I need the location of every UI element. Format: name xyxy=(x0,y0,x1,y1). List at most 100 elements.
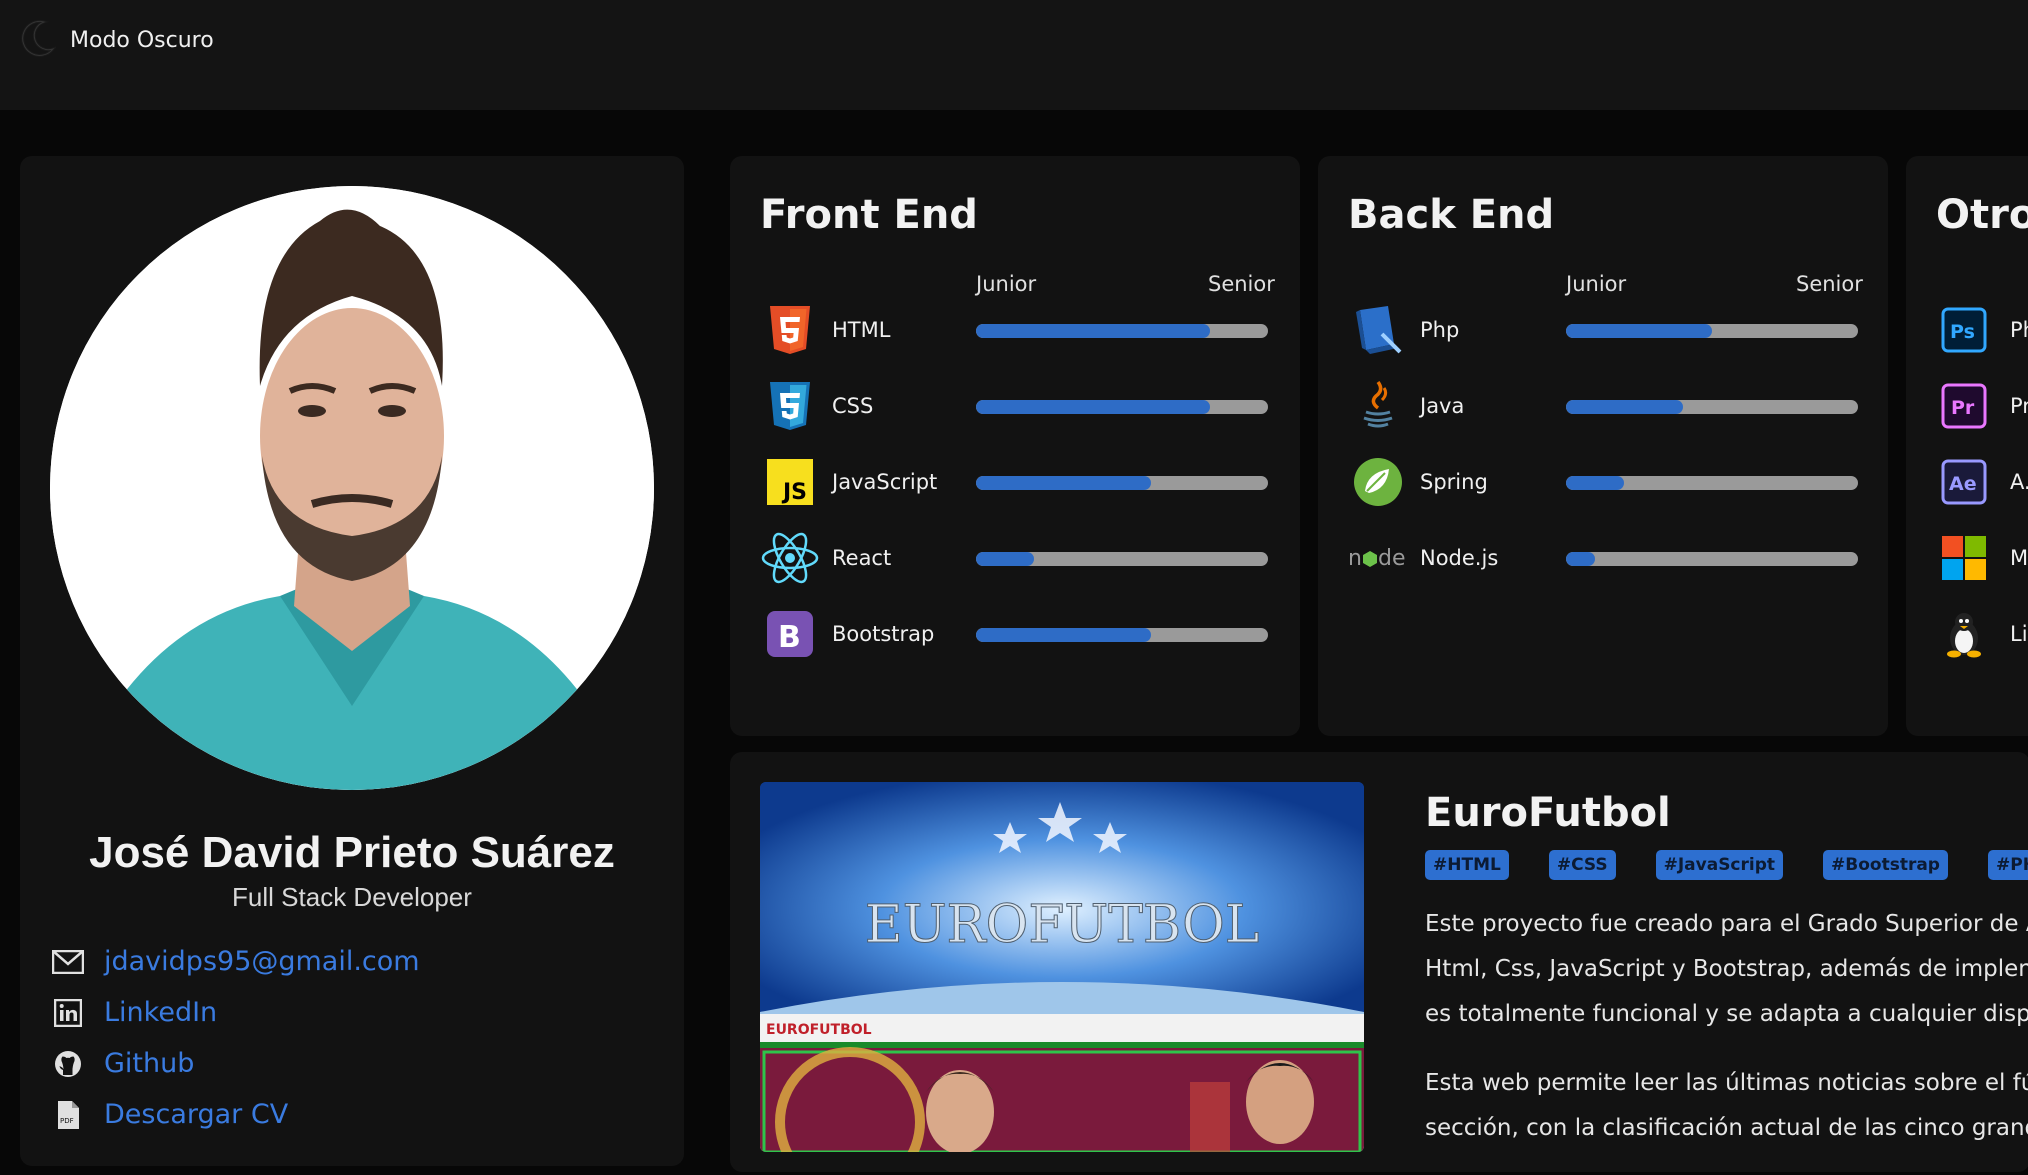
skill-row-bootstrap: B Bootstrap xyxy=(760,604,934,664)
skill-row-spring: Spring xyxy=(1348,452,1488,512)
description-paragraph: Esta web permite leer las últimas notici… xyxy=(1425,1061,2028,1151)
contact-email[interactable]: jdavidps95@gmail.com xyxy=(48,936,420,987)
contact-cv[interactable]: PDF Descargar CV xyxy=(48,1089,420,1140)
skill-row-javascript: JS JavaScript xyxy=(760,452,937,512)
contact-github[interactable]: Github xyxy=(48,1038,420,1089)
scale-senior-label: Senior xyxy=(1208,272,1275,296)
linux-icon xyxy=(1940,604,1988,664)
skill-row-microsoft: M xyxy=(1940,528,2028,588)
skill-bar-css xyxy=(976,400,1268,414)
svg-text:B: B xyxy=(778,620,801,655)
project-image-brand: EUROFUTBOL xyxy=(766,1022,872,1038)
skill-name-html: HTML xyxy=(832,318,891,342)
tag-bootstrap: #Bootstrap xyxy=(1823,850,1948,880)
skill-bar-spring xyxy=(1566,476,1858,490)
php-icon xyxy=(1348,300,1408,360)
description-line: Esta web permite leer las últimas notici… xyxy=(1425,1070,2028,1096)
premiere-icon: Pr xyxy=(1940,376,1988,436)
svg-text:de: de xyxy=(1378,546,1406,571)
skill-bar-fill xyxy=(1566,476,1625,490)
project-title: EuroFutbol xyxy=(1425,790,1671,836)
skill-bar-fill xyxy=(976,400,1210,414)
svg-text:Ps: Ps xyxy=(1950,321,1975,343)
front-end-card: Front End Junior Senior HTML CSS JS Java… xyxy=(730,156,1300,736)
bootstrap-icon: B xyxy=(760,604,820,664)
profile-card: José David Prieto Suárez Full Stack Deve… xyxy=(20,156,684,1166)
description-line: Html, Css, JavaScript y Bootstrap, ademá… xyxy=(1425,956,2028,982)
project-card: EUROFUTBOL EUROFUTBOL EuroFutbol #HTML #… xyxy=(730,752,2028,1172)
project-description: Este proyecto fue creado para el Grado S… xyxy=(1425,902,2028,1175)
profile-role: Full Stack Developer xyxy=(232,882,472,912)
tag-html: #HTML xyxy=(1425,850,1509,880)
front-end-title: Front End xyxy=(760,192,978,238)
dark-mode-toggle[interactable]: Modo Oscuro xyxy=(20,18,214,63)
skill-row-react: React xyxy=(760,528,891,588)
top-bar: Modo Oscuro xyxy=(0,0,2028,110)
download-cv-link[interactable]: Descargar CV xyxy=(104,1099,288,1130)
skill-row-html: HTML xyxy=(760,300,890,360)
microsoft-icon xyxy=(1940,528,1988,588)
skill-row-java: Java xyxy=(1348,376,1464,436)
profile-name: José David Prieto Suárez xyxy=(89,828,615,877)
svg-text:JS: JS xyxy=(781,480,807,505)
skill-row-photoshop: Ps Ph xyxy=(1940,300,2028,360)
scale-junior-label: Junior xyxy=(976,272,1037,296)
skill-name-java: Java xyxy=(1420,394,1465,418)
others-card: Otros Ps Ph Pr Pr Ae A... M Li xyxy=(1906,156,2028,736)
skill-bar-react xyxy=(976,552,1268,566)
css3-icon xyxy=(760,376,820,436)
java-icon xyxy=(1348,376,1408,436)
html5-icon xyxy=(760,300,820,360)
github-icon xyxy=(48,1049,88,1079)
skill-row-nodejs: n de Node.js xyxy=(1348,528,1498,588)
skill-bar-fill xyxy=(976,324,1210,338)
skill-bar-fill xyxy=(1566,400,1683,414)
contact-linkedin[interactable]: LinkedIn xyxy=(48,987,420,1038)
description-line: Este proyecto fue creado para el Grado S… xyxy=(1425,911,2028,937)
skill-name-photoshop: Ph xyxy=(2010,318,2028,342)
skill-bar-fill xyxy=(1566,324,1712,338)
linkedin-link[interactable]: LinkedIn xyxy=(104,997,217,1028)
scale-junior-label: Junior xyxy=(1566,272,1627,296)
skill-bar-nodejs xyxy=(1566,552,1858,566)
svg-text:PDF: PDF xyxy=(60,1117,74,1125)
skill-name-css: CSS xyxy=(832,394,874,418)
skill-name-microsoft: M xyxy=(2010,546,2028,570)
skill-bar-php xyxy=(1566,324,1858,338)
back-end-card: Back End Junior Senior Php Java Spring n… xyxy=(1318,156,1888,736)
description-paragraph: Este proyecto fue creado para el Grado S… xyxy=(1425,902,2028,1037)
skill-bar-fill xyxy=(976,552,1035,566)
skill-row-php: Php xyxy=(1348,300,1459,360)
svg-text:Pr: Pr xyxy=(1951,397,1975,419)
tag-php: #PHP xyxy=(1987,850,2028,880)
scale-senior-label: Senior xyxy=(1796,272,1863,296)
skill-bar-fill xyxy=(976,628,1152,642)
tag-javascript: #JavaScript xyxy=(1655,850,1784,880)
skill-row-premiere: Pr Pr xyxy=(1940,376,2028,436)
after-effects-icon: Ae xyxy=(1940,452,1988,512)
react-icon xyxy=(760,528,820,588)
skill-row-css: CSS xyxy=(760,376,873,436)
linkedin-icon xyxy=(48,998,88,1027)
skill-bar-bootstrap xyxy=(976,628,1268,642)
project-screenshot[interactable]: EUROFUTBOL EUROFUTBOL xyxy=(760,782,1364,1152)
moon-icon xyxy=(20,18,58,63)
github-link[interactable]: Github xyxy=(104,1048,194,1079)
description-line: sección, con la clasificación actual de … xyxy=(1425,1115,2028,1141)
skill-bar-java xyxy=(1566,400,1858,414)
skill-bar-javascript xyxy=(976,476,1268,490)
contact-list: jdavidps95@gmail.com LinkedIn Github PDF… xyxy=(48,936,420,1140)
skill-name-spring: Spring xyxy=(1420,470,1488,494)
skill-name-php: Php xyxy=(1420,318,1460,342)
spring-icon xyxy=(1348,452,1408,512)
skill-bar-html xyxy=(976,324,1268,338)
svg-text:Ae: Ae xyxy=(1949,473,1977,495)
skill-name-react: React xyxy=(832,546,892,570)
javascript-icon: JS xyxy=(760,452,820,512)
skill-row-linux: Li xyxy=(1940,604,2028,664)
email-link[interactable]: jdavidps95@gmail.com xyxy=(104,946,420,977)
svg-text:n: n xyxy=(1348,546,1362,571)
others-title: Otros xyxy=(1936,192,2028,238)
skill-name-bootstrap: Bootstrap xyxy=(832,622,935,646)
project-tags: #HTML #CSS #JavaScript #Bootstrap #PHP xyxy=(1425,850,2028,880)
